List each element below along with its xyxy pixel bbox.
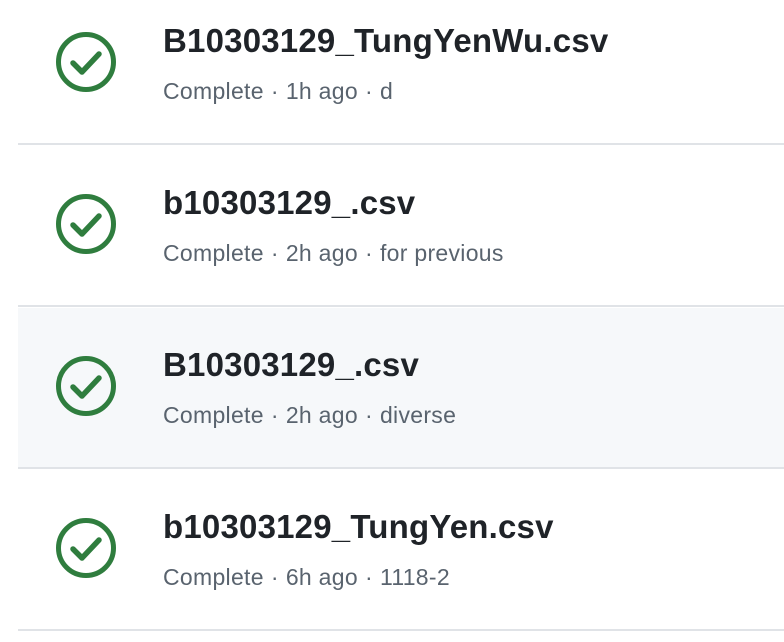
meta-separator: · <box>364 240 373 266</box>
submission-time: 1h ago <box>285 78 358 104</box>
check-circle-icon <box>55 31 117 93</box>
meta-separator: · <box>270 78 279 104</box>
submission-filename[interactable]: b10303129_TungYen.csv <box>163 508 554 546</box>
meta-separator: · <box>364 564 373 590</box>
submission-row[interactable]: b10303129_.csv Complete · 2h ago · for previ… <box>18 146 784 307</box>
submission-status: Complete <box>163 78 264 104</box>
submission-meta: Complete · 1h ago · d <box>163 78 393 105</box>
submission-meta: Complete · 2h ago · for previous <box>163 240 504 267</box>
meta-separator: · <box>270 564 279 590</box>
submission-filename[interactable]: B10303129_.csv <box>163 346 419 384</box>
check-circle-icon <box>55 193 117 255</box>
submission-meta: Complete · 2h ago · diverse <box>163 402 456 429</box>
submission-description: diverse <box>379 402 457 428</box>
meta-separator: · <box>270 402 279 428</box>
submission-filename[interactable]: B10303129_TungYenWu.csv <box>163 22 608 60</box>
submission-time: 2h ago <box>285 402 358 428</box>
submission-time: 6h ago <box>285 564 358 590</box>
check-circle-icon <box>55 355 117 417</box>
submission-status: Complete <box>163 240 264 266</box>
submission-description: for previous <box>379 240 504 266</box>
submission-description: d <box>379 78 394 104</box>
submission-status: Complete <box>163 564 264 590</box>
submission-time: 2h ago <box>285 240 358 266</box>
submission-description: 1118-2 <box>379 564 450 590</box>
submissions-list: B10303129_TungYenWu.csv Complete · 1h ago ·… <box>0 0 784 642</box>
meta-separator: · <box>364 402 373 428</box>
submission-row[interactable]: B10303129_.csv Complete · 2h ago · diverse <box>18 308 784 469</box>
submission-row[interactable]: b10303129_TungYen.csv Complete · 6h ago · 11… <box>18 470 784 631</box>
submission-row[interactable]: B10303129_TungYenWu.csv Complete · 1h ago ·… <box>18 0 784 145</box>
check-circle-icon <box>55 517 117 579</box>
submission-status: Complete <box>163 402 264 428</box>
submission-meta: Complete · 6h ago · 1118-2 <box>163 564 450 591</box>
meta-separator: · <box>270 240 279 266</box>
submission-filename[interactable]: b10303129_.csv <box>163 184 415 222</box>
meta-separator: · <box>364 78 373 104</box>
